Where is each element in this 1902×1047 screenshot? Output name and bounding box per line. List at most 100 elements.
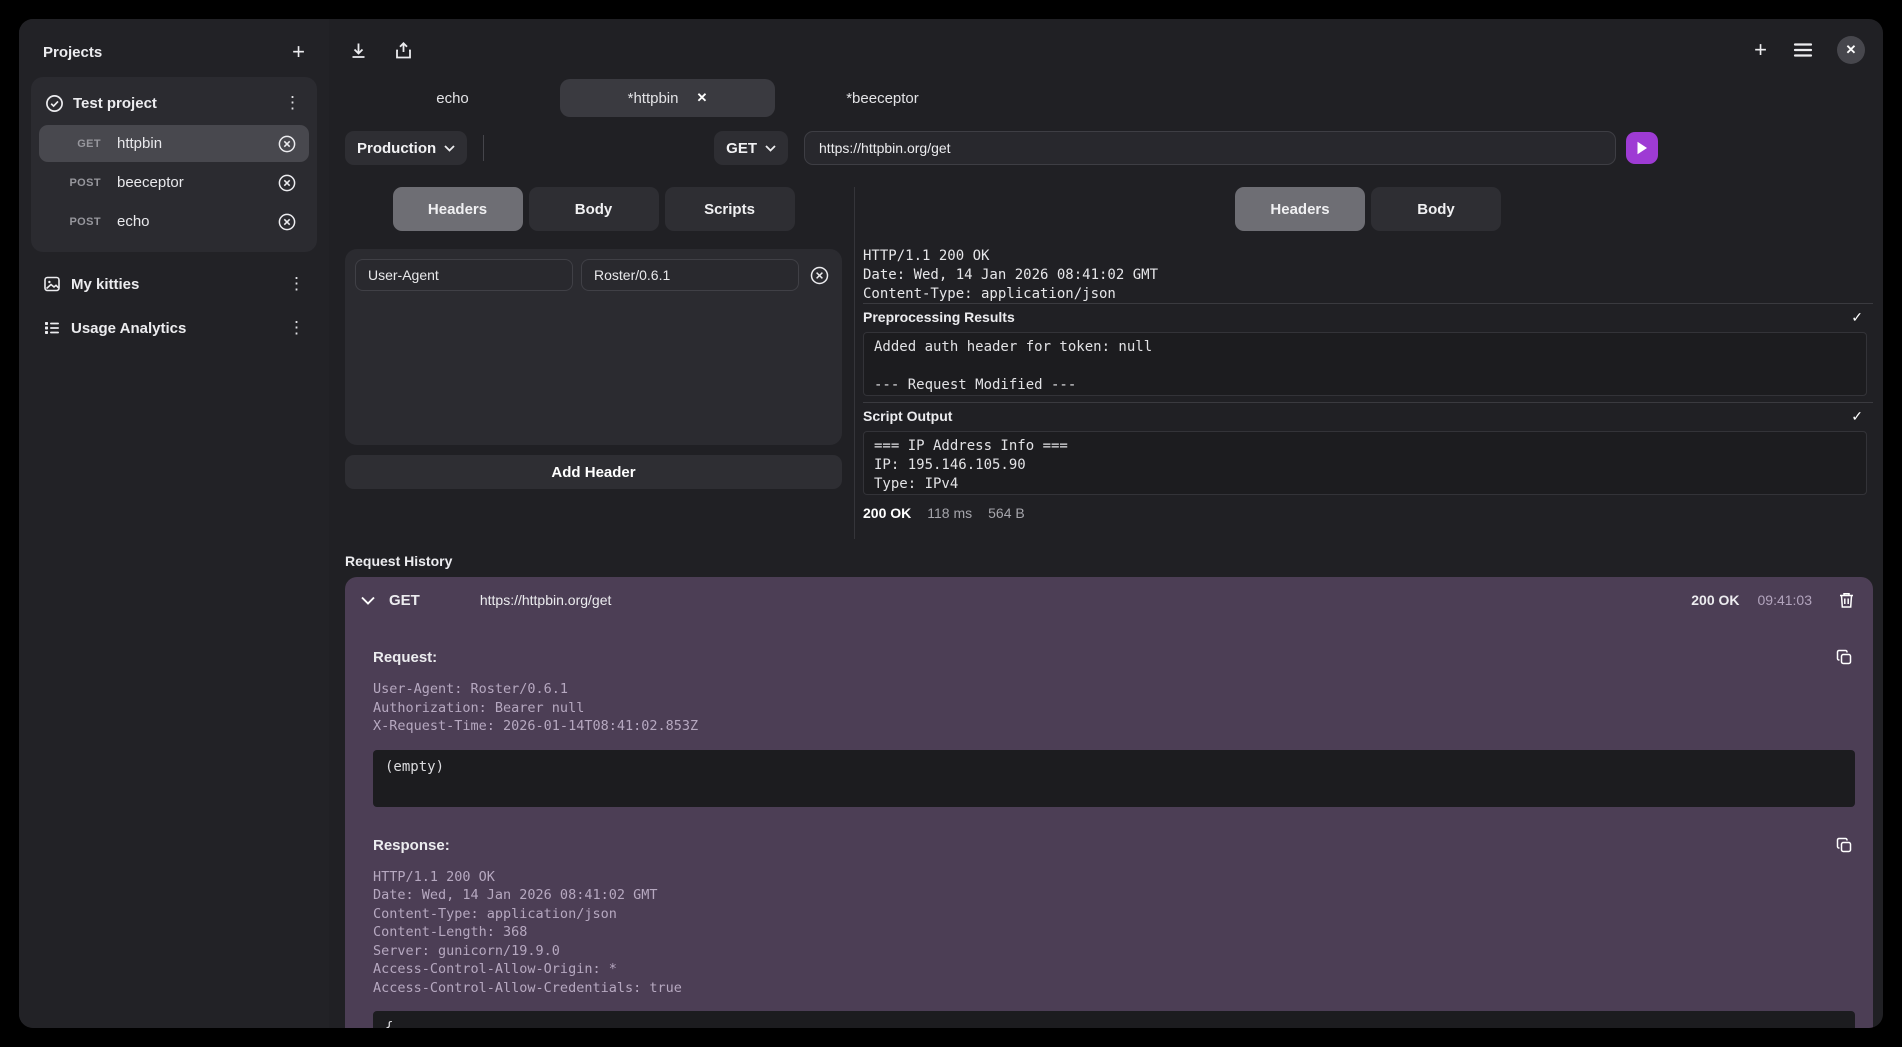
preprocessing-results-output: Added auth header for token: null --- Re… — [863, 332, 1867, 396]
collection-name: Usage Analytics — [71, 320, 276, 337]
main-area: + ✕ echo *httpbin ✕ *beeceptor — [329, 19, 1883, 1028]
kebab-icon: ⋮ — [288, 276, 305, 292]
collection-name: My kitties — [71, 276, 276, 293]
remove-header-button[interactable] — [807, 263, 832, 288]
preprocessing-results-header[interactable]: Preprocessing Results ✓ — [863, 303, 1873, 330]
tab-httpbin[interactable]: *httpbin ✕ — [560, 79, 775, 117]
environment-label: Production — [357, 140, 436, 157]
section-title: Script Output — [863, 408, 952, 424]
project-check-icon — [45, 94, 64, 113]
image-icon — [43, 275, 61, 293]
copy-request-button[interactable] — [1834, 647, 1855, 668]
project-name: Test project — [73, 95, 273, 112]
history-entry-body: Request: User-Agent: Roster/0.6.1 Author… — [345, 623, 1873, 1028]
sidebar-item-usage-analytics[interactable]: Usage Analytics ⋮ — [31, 306, 317, 350]
tab-label: *httpbin — [628, 90, 679, 107]
request-method-label: POST — [39, 216, 101, 228]
chevron-down-icon — [765, 145, 776, 152]
history-response-headers: HTTP/1.1 200 OK Date: Wed, 14 Jan 2026 0… — [373, 868, 1855, 998]
response-panel: Headers Body HTTP/1.1 200 OK Date: Wed, … — [854, 187, 1873, 539]
script-output-box: === IP Address Info === IP: 195.146.105.… — [863, 431, 1867, 495]
sidebar-item-httpbin[interactable]: GET httpbin — [39, 125, 309, 162]
tab-echo[interactable]: echo — [345, 79, 560, 117]
remove-request-button[interactable] — [275, 210, 299, 234]
tab-request-scripts[interactable]: Scripts — [665, 187, 795, 231]
copy-response-button[interactable] — [1834, 835, 1855, 856]
header-key-input[interactable] — [355, 259, 573, 291]
history-url: https://httpbin.org/get — [480, 592, 1677, 608]
response-tabs: Headers Body — [863, 187, 1873, 231]
sidebar-item-echo[interactable]: POST echo — [39, 203, 309, 240]
sidebar-item-beeceptor[interactable]: POST beeceptor — [39, 164, 309, 201]
tab-beeceptor[interactable]: *beeceptor — [775, 79, 990, 117]
sidebar-item-my-kitties[interactable]: My kitties ⋮ — [31, 262, 317, 306]
history-response-body: { "args": {}, "headers": { — [373, 1011, 1855, 1028]
project-menu-button[interactable]: ⋮ — [282, 93, 303, 113]
delete-history-button[interactable] — [1836, 589, 1857, 611]
response-label-row: Response: — [373, 835, 1855, 856]
request-name: httpbin — [117, 135, 275, 152]
send-request-button[interactable] — [1626, 132, 1658, 164]
history-time: 09:41:03 — [1758, 592, 1813, 608]
import-button[interactable] — [347, 39, 370, 62]
plus-icon: + — [292, 43, 305, 61]
circle-x-icon — [809, 265, 830, 286]
history-request-body: (empty) — [373, 750, 1855, 807]
method-label: GET — [726, 140, 757, 157]
share-icon — [394, 41, 413, 60]
project-header[interactable]: Test project ⋮ — [37, 85, 311, 123]
tab-response-headers[interactable]: Headers — [1235, 187, 1365, 231]
url-input[interactable] — [804, 131, 1616, 165]
download-icon — [349, 41, 368, 60]
collection-menu-button[interactable]: ⋮ — [286, 318, 307, 338]
window-close-button[interactable]: ✕ — [1837, 36, 1865, 64]
status-size: 564 B — [988, 505, 1025, 521]
script-output-header[interactable]: Script Output ✓ — [863, 402, 1873, 429]
history-request-headers: User-Agent: Roster/0.6.1 Authorization: … — [373, 680, 1855, 736]
remove-request-button[interactable] — [275, 132, 299, 156]
list-icon — [43, 319, 61, 337]
editor-panels: Headers Body Scripts Add — [345, 187, 1873, 539]
tab-request-body[interactable]: Body — [529, 187, 659, 231]
header-value-input[interactable] — [581, 259, 799, 291]
section-title: Preprocessing Results — [863, 309, 1015, 325]
header-row — [355, 259, 832, 291]
request-history-title: Request History — [345, 549, 1873, 577]
toolbar-divider — [483, 135, 484, 161]
tab-label: echo — [436, 90, 469, 107]
sidebar: Projects + Test project ⋮ GET httpbin — [19, 19, 329, 1028]
headers-editor — [345, 249, 842, 445]
status-duration: 118 ms — [927, 505, 972, 521]
menu-button[interactable] — [1791, 40, 1815, 60]
new-tab-button[interactable]: + — [1752, 39, 1769, 61]
export-button[interactable] — [392, 39, 415, 62]
add-header-button[interactable]: Add Header — [345, 455, 842, 489]
sidebar-header: Projects + — [31, 35, 317, 77]
remove-request-button[interactable] — [275, 171, 299, 195]
tab-request-headers[interactable]: Headers — [393, 187, 523, 231]
trash-icon — [1838, 591, 1855, 609]
history-entry-header[interactable]: GET https://httpbin.org/get 200 OK 09:41… — [345, 577, 1873, 623]
request-editor-tabs: Headers Body Scripts — [345, 187, 842, 231]
tab-response-body[interactable]: Body — [1371, 187, 1501, 231]
response-headers-preview: HTTP/1.1 200 OK Date: Wed, 14 Jan 2026 0… — [863, 247, 1873, 303]
environment-dropdown[interactable]: Production — [345, 131, 467, 165]
check-icon: ✓ — [1851, 408, 1863, 425]
request-name: beeceptor — [117, 174, 275, 191]
add-project-button[interactable]: + — [290, 41, 307, 63]
request-history-section: Request History GET https://httpbin.org/… — [345, 549, 1873, 1028]
circle-x-icon — [277, 173, 297, 193]
hamburger-icon — [1793, 42, 1813, 58]
tab-close-icon[interactable]: ✕ — [696, 90, 707, 106]
plus-icon: + — [1754, 41, 1767, 59]
method-dropdown[interactable]: GET — [714, 131, 788, 165]
sidebar-title: Projects — [43, 44, 102, 61]
request-editor-panel: Headers Body Scripts Add — [345, 187, 842, 539]
check-icon: ✓ — [1851, 309, 1863, 326]
collection-menu-button[interactable]: ⋮ — [286, 274, 307, 294]
chevron-down-icon[interactable] — [361, 596, 375, 605]
request-name: echo — [117, 213, 275, 230]
request-bar: Production GET — [345, 131, 1873, 165]
play-icon — [1636, 141, 1648, 155]
request-label-row: Request: — [373, 647, 1855, 668]
